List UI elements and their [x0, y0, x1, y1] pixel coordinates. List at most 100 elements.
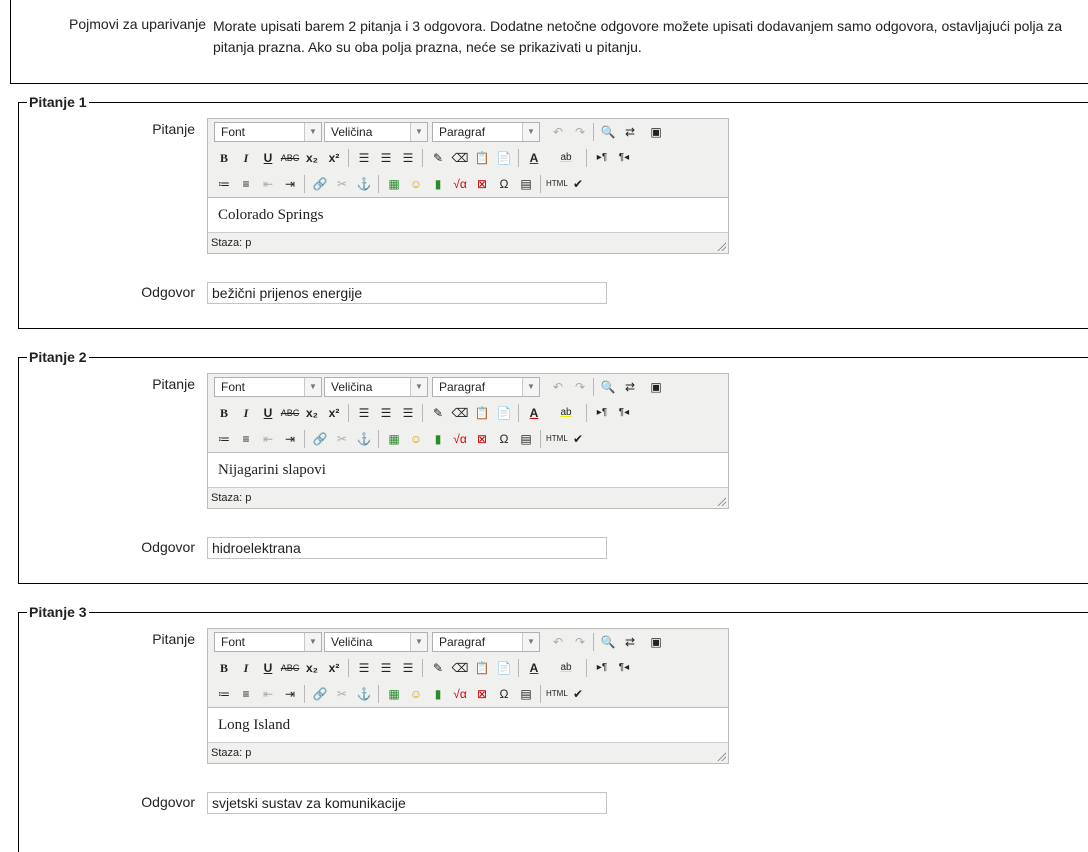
- link-icon[interactable]: 🔗: [310, 175, 330, 193]
- underline-icon[interactable]: U: [258, 659, 278, 677]
- eraser-icon[interactable]: ⌫: [450, 404, 470, 422]
- align-right-icon[interactable]: ☰: [398, 404, 418, 422]
- size-select[interactable]: Veličina ▼: [324, 122, 428, 142]
- indent-icon[interactable]: ⇥: [280, 685, 300, 703]
- subscript-icon[interactable]: x₂: [302, 149, 322, 167]
- italic-icon[interactable]: I: [236, 149, 256, 167]
- redo-icon[interactable]: ↷: [570, 378, 590, 396]
- underline-icon[interactable]: U: [258, 149, 278, 167]
- text-color-icon[interactable]: A: [524, 659, 544, 677]
- anchor-icon[interactable]: ⚓: [354, 685, 374, 703]
- equation-icon[interactable]: √α: [450, 685, 470, 703]
- equation-icon[interactable]: √α: [450, 430, 470, 448]
- align-left-icon[interactable]: ☰: [354, 659, 374, 677]
- undo-icon[interactable]: ↶: [548, 378, 568, 396]
- image-icon[interactable]: ▦: [384, 175, 404, 193]
- fullscreen-icon[interactable]: ▣: [646, 123, 666, 141]
- numbered-list-icon[interactable]: ≡: [236, 175, 256, 193]
- indent-icon[interactable]: ⇥: [280, 175, 300, 193]
- find-icon[interactable]: 🔍: [598, 378, 618, 396]
- spellcheck-icon[interactable]: ✔: [568, 430, 588, 448]
- table-icon[interactable]: ▤: [516, 175, 536, 193]
- rtl-icon[interactable]: ¶◂: [614, 659, 634, 677]
- paste-text-icon[interactable]: 📋: [472, 659, 492, 677]
- nonbreaking-icon[interactable]: ⊠: [472, 430, 492, 448]
- bullet-list-icon[interactable]: ≔: [214, 430, 234, 448]
- bold-icon[interactable]: B: [214, 149, 234, 167]
- link-icon[interactable]: 🔗: [310, 685, 330, 703]
- media-icon[interactable]: ▮: [428, 175, 448, 193]
- answer-input[interactable]: bežični prijenos energije: [207, 282, 607, 304]
- underline-icon[interactable]: U: [258, 404, 278, 422]
- text-color-icon[interactable]: A: [524, 149, 544, 167]
- media-icon[interactable]: ▮: [428, 685, 448, 703]
- align-center-icon[interactable]: ☰: [376, 404, 396, 422]
- highlight-color-icon[interactable]: ab: [556, 404, 576, 422]
- editor-content[interactable]: Colorado Springs: [208, 197, 728, 233]
- answer-input[interactable]: svjetski sustav za komunikacije: [207, 792, 607, 814]
- strikethrough-icon[interactable]: ABC: [280, 659, 300, 677]
- bullet-list-icon[interactable]: ≔: [214, 685, 234, 703]
- html-icon[interactable]: HTML: [546, 175, 568, 193]
- editor-content[interactable]: Long Island: [208, 707, 728, 743]
- size-select[interactable]: Veličina ▼: [324, 377, 428, 397]
- redo-icon[interactable]: ↷: [570, 123, 590, 141]
- resize-handle[interactable]: [716, 241, 726, 251]
- bold-icon[interactable]: B: [214, 659, 234, 677]
- fullscreen-icon[interactable]: ▣: [646, 378, 666, 396]
- font-select[interactable]: Font ▼: [214, 632, 322, 652]
- strikethrough-icon[interactable]: ABC: [280, 404, 300, 422]
- italic-icon[interactable]: I: [236, 404, 256, 422]
- answer-input[interactable]: hidroelektrana: [207, 537, 607, 559]
- align-left-icon[interactable]: ☰: [354, 404, 374, 422]
- image-icon[interactable]: ▦: [384, 685, 404, 703]
- spellcheck-icon[interactable]: ✔: [568, 685, 588, 703]
- special-char-icon[interactable]: Ω: [494, 685, 514, 703]
- replace-icon[interactable]: ⇄: [620, 633, 640, 651]
- unlink-icon[interactable]: ✂: [332, 430, 352, 448]
- highlight-color-icon[interactable]: ab: [556, 149, 576, 167]
- ltr-icon[interactable]: ▸¶: [592, 149, 612, 167]
- indent-icon[interactable]: ⇥: [280, 430, 300, 448]
- spellcheck-icon[interactable]: ✔: [568, 175, 588, 193]
- emoticon-icon[interactable]: ☺: [406, 430, 426, 448]
- fullscreen-icon[interactable]: ▣: [646, 633, 666, 651]
- image-icon[interactable]: ▦: [384, 430, 404, 448]
- align-right-icon[interactable]: ☰: [398, 659, 418, 677]
- eraser-icon[interactable]: ⌫: [450, 149, 470, 167]
- find-icon[interactable]: 🔍: [598, 123, 618, 141]
- special-char-icon[interactable]: Ω: [494, 175, 514, 193]
- anchor-icon[interactable]: ⚓: [354, 430, 374, 448]
- rtl-icon[interactable]: ¶◂: [614, 404, 634, 422]
- paste-word-icon[interactable]: 📄: [494, 149, 514, 167]
- table-icon[interactable]: ▤: [516, 430, 536, 448]
- replace-icon[interactable]: ⇄: [620, 378, 640, 396]
- special-char-icon[interactable]: Ω: [494, 430, 514, 448]
- font-select[interactable]: Font ▼: [214, 377, 322, 397]
- link-icon[interactable]: 🔗: [310, 430, 330, 448]
- bold-icon[interactable]: B: [214, 404, 234, 422]
- paste-text-icon[interactable]: 📋: [472, 149, 492, 167]
- emoticon-icon[interactable]: ☺: [406, 685, 426, 703]
- superscript-icon[interactable]: x²: [324, 404, 344, 422]
- resize-handle[interactable]: [716, 751, 726, 761]
- outdent-icon[interactable]: ⇤: [258, 175, 278, 193]
- align-left-icon[interactable]: ☰: [354, 149, 374, 167]
- paste-text-icon[interactable]: 📋: [472, 404, 492, 422]
- align-center-icon[interactable]: ☰: [376, 659, 396, 677]
- nonbreaking-icon[interactable]: ⊠: [472, 685, 492, 703]
- outdent-icon[interactable]: ⇤: [258, 685, 278, 703]
- subscript-icon[interactable]: x₂: [302, 404, 322, 422]
- anchor-icon[interactable]: ⚓: [354, 175, 374, 193]
- rtl-icon[interactable]: ¶◂: [614, 149, 634, 167]
- text-color-icon[interactable]: A: [524, 404, 544, 422]
- unlink-icon[interactable]: ✂: [332, 175, 352, 193]
- ltr-icon[interactable]: ▸¶: [592, 404, 612, 422]
- unlink-icon[interactable]: ✂: [332, 685, 352, 703]
- resize-handle[interactable]: [716, 496, 726, 506]
- find-icon[interactable]: 🔍: [598, 633, 618, 651]
- paste-word-icon[interactable]: 📄: [494, 659, 514, 677]
- cleanup-icon[interactable]: ✎: [428, 404, 448, 422]
- emoticon-icon[interactable]: ☺: [406, 175, 426, 193]
- superscript-icon[interactable]: x²: [324, 659, 344, 677]
